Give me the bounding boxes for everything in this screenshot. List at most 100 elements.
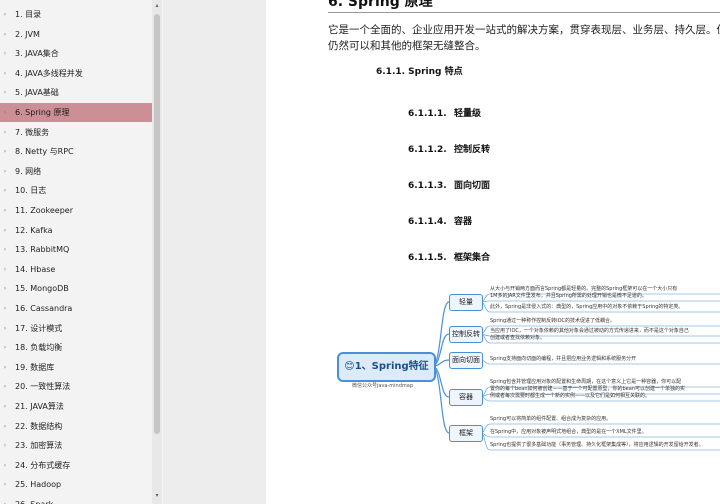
mindmap-leaf-text: 1M多的JAR文件里发布，并且Spring所需的处理开销也是微不足道的。 bbox=[490, 293, 647, 299]
toc-item-label: 20. 一致性算法 bbox=[15, 382, 71, 392]
chevron-right-icon[interactable]: › bbox=[2, 358, 8, 377]
toc-item[interactable]: › 7. 微服务 bbox=[0, 123, 152, 142]
chevron-right-icon[interactable]: › bbox=[2, 64, 8, 83]
chevron-right-icon[interactable]: › bbox=[2, 475, 8, 494]
subsection-title: 面向切面 bbox=[454, 181, 491, 191]
toc-item[interactable]: › 17. 设计模式 bbox=[0, 319, 152, 338]
mindmap-branch-node: 面向切面 bbox=[449, 352, 483, 369]
chevron-right-icon[interactable]: › bbox=[2, 123, 8, 142]
toc-item-label: 10. 日志 bbox=[15, 186, 47, 196]
chapter-title: 6. Spring 原理 bbox=[328, 0, 433, 10]
toc-item[interactable]: › 13. RabbitMQ bbox=[0, 240, 152, 259]
toc-item-label: 22. 数据结构 bbox=[15, 421, 63, 431]
intro-paragraph-line: 仍然可以和其他的框架无缝整合。 bbox=[328, 40, 486, 52]
toc-item[interactable]: › 8. Netty 与RPC bbox=[0, 142, 152, 161]
toc-item[interactable]: › 10. 日志 bbox=[0, 181, 152, 200]
chevron-right-icon[interactable]: › bbox=[2, 240, 8, 259]
toc-item[interactable]: › 18. 负载均衡 bbox=[0, 338, 152, 357]
chevron-right-icon[interactable]: › bbox=[2, 83, 8, 102]
toc-item[interactable]: › 6. Spring 原理 bbox=[0, 103, 152, 122]
mindmap-leaf-text: Spring包含并管理应用对象的配置和生命周期，在这个意义上它是一种容器，你可以… bbox=[490, 379, 682, 385]
toc-item-label: 14. Hbase bbox=[15, 264, 56, 274]
chevron-right-icon[interactable]: › bbox=[2, 44, 8, 63]
toc-item[interactable]: › 11. Zookeeper bbox=[0, 201, 152, 220]
toc-item[interactable]: › 12. Kafka bbox=[0, 221, 152, 240]
toc-item[interactable]: › 16. Cassandra bbox=[0, 299, 152, 318]
toc-item-label: 4. JAVA多线程并发 bbox=[15, 68, 83, 78]
toc-item[interactable]: › 25. Hadoop bbox=[0, 475, 152, 494]
chevron-right-icon[interactable]: › bbox=[2, 142, 8, 161]
toc-item-label: 21. JAVA算法 bbox=[15, 402, 64, 411]
toc-item[interactable]: › 26. Spark bbox=[0, 495, 152, 504]
chevron-right-icon[interactable]: › bbox=[2, 181, 8, 200]
toc-item[interactable]: › 5. JAVA基础 bbox=[0, 83, 152, 102]
chevron-right-icon[interactable]: › bbox=[2, 338, 8, 357]
scroll-down-arrow-icon[interactable]: ▾ bbox=[152, 492, 162, 500]
toc-item[interactable]: › 4. JAVA多线程并发 bbox=[0, 64, 152, 83]
mindmap-leaf-text: Spring可以将简单的组件配置、组合成为复杂的应用。 bbox=[490, 416, 612, 422]
toc-item-label: 5. JAVA基础 bbox=[15, 88, 59, 98]
chevron-right-icon[interactable]: › bbox=[2, 456, 8, 475]
toc-item-label: 25. Hadoop bbox=[15, 480, 62, 490]
chevron-right-icon[interactable]: › bbox=[2, 201, 8, 220]
document-page: 6. Spring 原理 它是一个全面的、企业应用开发一站式的解决方案，贯穿表现… bbox=[266, 0, 720, 504]
chevron-right-icon[interactable]: › bbox=[2, 221, 8, 240]
chevron-right-icon[interactable]: › bbox=[2, 417, 8, 436]
toc-item[interactable]: › 3. JAVA集合 bbox=[0, 44, 152, 63]
toc-item[interactable]: › 19. 数据库 bbox=[0, 358, 152, 377]
subsection-number: 6.1.1.3. bbox=[408, 181, 447, 191]
chevron-right-icon[interactable]: › bbox=[2, 377, 8, 396]
toc-item[interactable]: › 14. Hbase bbox=[0, 260, 152, 279]
toc-item[interactable]: › 1. 目录 bbox=[0, 5, 152, 24]
chevron-right-icon[interactable]: › bbox=[2, 103, 8, 122]
toc-item-label: 24. 分布式缓存 bbox=[15, 460, 71, 470]
mindmap-branch-node: 容器 bbox=[449, 389, 483, 406]
mindmap-leaf-text: 置你的每个bean如何被创建——基于一个可配置原型，你的bean可以创建一个单独… bbox=[490, 386, 685, 392]
toc-item[interactable]: › 20. 一致性算法 bbox=[0, 377, 152, 396]
mindmap-leaf-connector bbox=[480, 300, 720, 303]
mindmap-watermark: 微信公众号java-mindmap bbox=[352, 383, 413, 389]
subsection-title: 容器 bbox=[454, 217, 473, 227]
toc-item[interactable]: › 9. 网络 bbox=[0, 162, 152, 181]
toc-item[interactable]: › 21. JAVA算法 bbox=[0, 397, 152, 416]
toc-item-label: 1. 目录 bbox=[15, 10, 42, 19]
intro-paragraph-line: 它是一个全面的、企业应用开发一站式的解决方案，贯穿表现层、业务层、持久层。但是 … bbox=[328, 24, 720, 36]
toc-item[interactable]: › 22. 数据结构 bbox=[0, 417, 152, 436]
toc-item-label: 6. Spring 原理 bbox=[15, 108, 70, 117]
toc-item[interactable]: › 15. MongoDB bbox=[0, 279, 152, 298]
toc-item[interactable]: › 24. 分布式缓存 bbox=[0, 456, 152, 475]
toc-item-label: 16. Cassandra bbox=[15, 304, 73, 313]
mindmap-branch-node: 框架 bbox=[449, 425, 483, 442]
scrollbar-thumb[interactable] bbox=[154, 14, 160, 434]
toc-item[interactable]: › 2. JVM bbox=[0, 25, 152, 44]
section-heading: 6.1.1. Spring 特点 bbox=[376, 67, 463, 77]
scroll-up-arrow-icon[interactable]: ▴ bbox=[152, 2, 162, 10]
subsection-heading: 6.1.1.5. 框架集合 bbox=[408, 250, 490, 263]
toc-item-label: 26. Spark bbox=[15, 495, 53, 504]
chevron-right-icon[interactable]: › bbox=[2, 436, 8, 455]
subsection-number: 6.1.1.2. bbox=[408, 145, 447, 155]
mindmap-leaf-text: 当应用了IOC，一个对象依赖的其他对象会通过被动的方式传递进来，而不是这个对象自… bbox=[490, 328, 689, 334]
chevron-right-icon[interactable]: › bbox=[2, 25, 8, 44]
chevron-right-icon[interactable]: › bbox=[2, 279, 8, 298]
chevron-right-icon[interactable]: › bbox=[2, 319, 8, 338]
chevron-right-icon[interactable]: › bbox=[2, 162, 8, 181]
mindmap-figure: 😊1、Spring特征 微信公众号java-mindmap 轻量 从大小与开销两方… bbox=[332, 286, 720, 454]
chevron-right-icon[interactable]: › bbox=[2, 495, 8, 504]
chevron-right-icon[interactable]: › bbox=[2, 299, 8, 318]
chevron-right-icon[interactable]: › bbox=[2, 5, 8, 24]
toc-item-label: 23. 加密算法 bbox=[15, 441, 63, 451]
toc-item-label: 17. 设计模式 bbox=[15, 323, 63, 333]
sidebar-scrollbar[interactable]: ▴ ▾ bbox=[152, 0, 162, 504]
subsection-heading: 6.1.1.4. 容器 bbox=[408, 214, 472, 227]
toc-item-label: 12. Kafka bbox=[15, 225, 53, 235]
toc-item-label: 18. 负载均衡 bbox=[15, 343, 63, 353]
toc-item-label: 13. RabbitMQ bbox=[15, 245, 70, 255]
mindmap-leaf-text: Spring支持面向切面的编程，并且把应用业务逻辑和系统服务分开 bbox=[490, 356, 637, 362]
toc-item-label: 3. JAVA集合 bbox=[15, 49, 59, 59]
subsection-title: 控制反转 bbox=[454, 145, 491, 155]
toc-item[interactable]: › 23. 加密算法 bbox=[0, 436, 152, 455]
chevron-right-icon[interactable]: › bbox=[2, 260, 8, 279]
subsection-number: 6.1.1.1. bbox=[408, 109, 447, 119]
chevron-right-icon[interactable]: › bbox=[2, 397, 8, 416]
